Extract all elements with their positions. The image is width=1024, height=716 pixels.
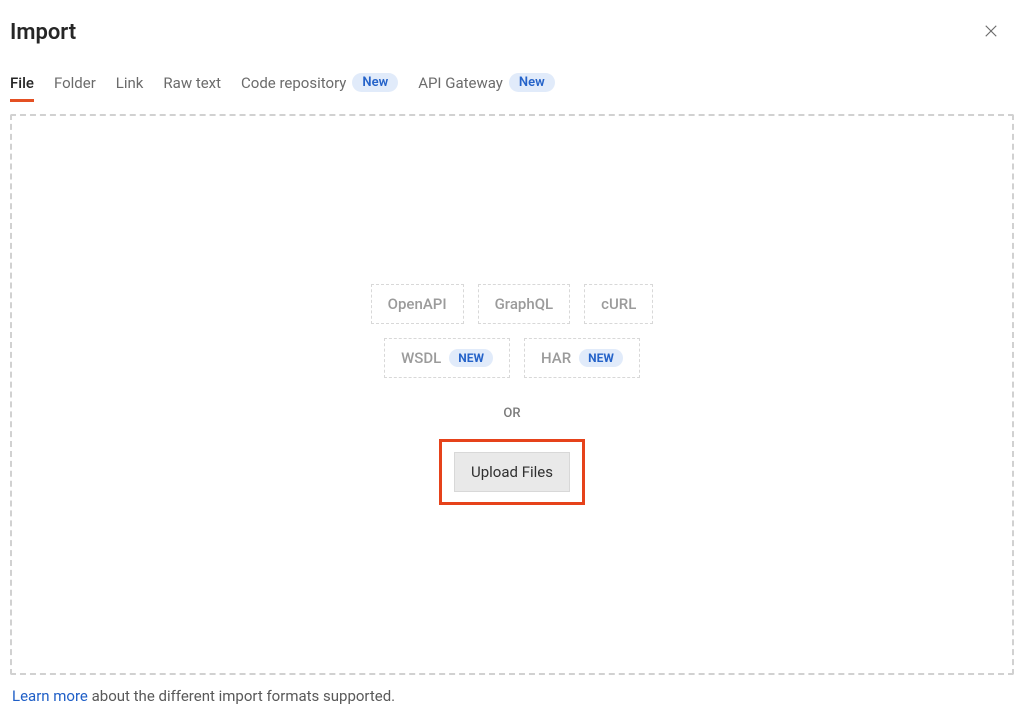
footer-suffix: about the different import formats suppo…	[88, 687, 395, 705]
or-separator: OR	[503, 406, 520, 421]
format-label: cURL	[601, 295, 636, 313]
tab-raw-text[interactable]: Raw text	[163, 74, 221, 102]
tab-file[interactable]: File	[10, 74, 34, 102]
formats-row-1: OpenAPI GraphQL cURL	[371, 284, 654, 324]
import-tabs: File Folder Link Raw text Code repositor…	[0, 45, 1024, 102]
upload-highlight: Upload Files	[439, 439, 585, 505]
tab-label: Raw text	[163, 74, 221, 92]
tab-label: File	[10, 74, 34, 92]
format-har: HAR NEW	[524, 338, 640, 378]
upload-files-button[interactable]: Upload Files	[454, 452, 570, 492]
tab-label: Code repository	[241, 74, 346, 92]
format-graphql: GraphQL	[478, 284, 571, 324]
format-label: WSDL	[401, 349, 441, 367]
format-wsdl: WSDL NEW	[384, 338, 510, 378]
format-openapi: OpenAPI	[371, 284, 464, 324]
tab-folder[interactable]: Folder	[54, 74, 96, 102]
learn-more-link[interactable]: Learn more	[12, 687, 88, 705]
close-icon[interactable]	[982, 22, 1012, 44]
format-label: HAR	[541, 349, 571, 367]
footer-text: Learn more about the different import fo…	[0, 675, 1024, 705]
dropzone[interactable]: OpenAPI GraphQL cURL WSDL NEW HAR NEW OR…	[10, 114, 1014, 675]
page-title: Import	[10, 20, 76, 45]
tab-api-gateway[interactable]: API Gateway New	[418, 73, 555, 102]
new-badge: NEW	[579, 349, 623, 367]
new-badge: NEW	[449, 349, 493, 367]
tab-label: Folder	[54, 74, 96, 92]
format-label: GraphQL	[495, 295, 554, 313]
tab-link[interactable]: Link	[116, 74, 144, 102]
new-badge: New	[509, 73, 555, 92]
tab-code-repository[interactable]: Code repository New	[241, 73, 398, 102]
tab-label: API Gateway	[418, 74, 503, 92]
tab-label: Link	[116, 74, 144, 92]
formats-row-2: WSDL NEW HAR NEW	[384, 338, 640, 378]
format-curl: cURL	[584, 284, 653, 324]
format-label: OpenAPI	[388, 295, 447, 313]
new-badge: New	[352, 73, 398, 92]
